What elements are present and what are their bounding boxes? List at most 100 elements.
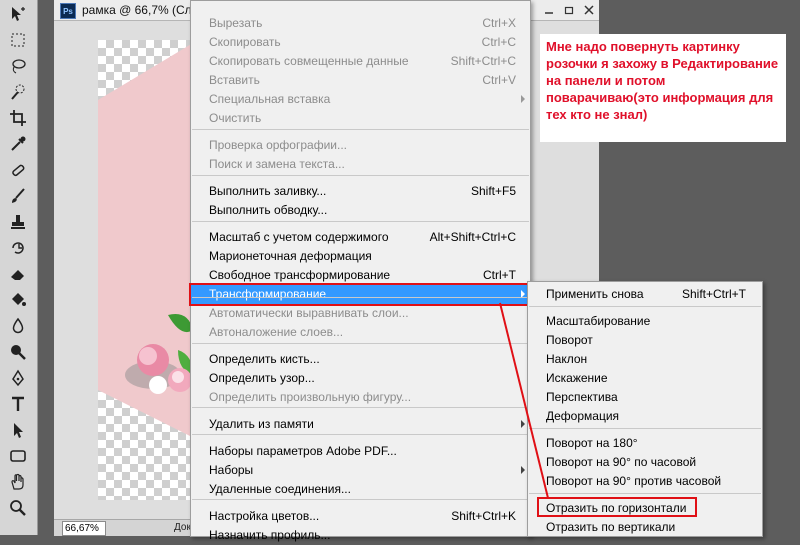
- menu-item[interactable]: Наборы параметров Adobe PDF...: [191, 442, 530, 461]
- lasso-tool-icon[interactable]: [6, 56, 30, 76]
- menu-item-label: Определить узор...: [209, 371, 315, 385]
- submenu-item-label: Масштабирование: [546, 314, 651, 328]
- menu-item[interactable]: Назначить профиль...: [191, 526, 530, 545]
- submenu-arrow-icon: [521, 95, 525, 103]
- menu-separator: [192, 129, 529, 130]
- menu-item[interactable]: Вырезать Ctrl+X: [191, 14, 530, 33]
- submenu-item[interactable]: Масштабирование: [528, 312, 762, 331]
- menu-item-shortcut: Shift+F5: [470, 184, 516, 198]
- marquee-tool-icon[interactable]: [6, 30, 30, 50]
- submenu-item[interactable]: Поворот на 90° по часовой: [528, 453, 762, 472]
- submenu-item[interactable]: Применить снова Shift+Ctrl+T: [528, 285, 762, 304]
- image-canvas[interactable]: [98, 40, 198, 500]
- menu-item-shortcut: Ctrl+X: [482, 16, 516, 30]
- menu-item-shortcut: Shift+Ctrl+C: [450, 54, 516, 68]
- shape-tool-icon[interactable]: [6, 446, 30, 466]
- menu-item[interactable]: Автоналожение слоев...: [191, 323, 530, 342]
- healing-brush-tool-icon[interactable]: [6, 160, 30, 180]
- menu-item[interactable]: Удаленные соединения...: [191, 480, 530, 499]
- menu-item-label: Определить произвольную фигуру...: [209, 390, 412, 404]
- type-tool-icon[interactable]: [6, 394, 30, 414]
- quick-select-tool-icon[interactable]: [6, 82, 30, 102]
- submenu-item[interactable]: Поворот на 180°: [528, 434, 762, 453]
- menu-item-label: Настройка цветов...: [209, 509, 320, 523]
- menu-item[interactable]: Поиск и замена текста...: [191, 155, 530, 174]
- menu-item-label: Выполнить обводку...: [209, 203, 328, 217]
- restore-icon[interactable]: [559, 0, 579, 20]
- annotation-note: Мне надо повернуть картинку розочки я за…: [540, 34, 786, 142]
- submenu-separator: [529, 428, 761, 429]
- menu-item-label: Трансформирование: [209, 287, 327, 301]
- menu-separator: [192, 434, 529, 435]
- menu-item-label: Скопировать совмещенные данные: [209, 54, 409, 68]
- crop-tool-icon[interactable]: [6, 108, 30, 128]
- close-icon[interactable]: [579, 0, 599, 20]
- path-select-tool-icon[interactable]: [6, 420, 30, 440]
- submenu-item[interactable]: Искажение: [528, 369, 762, 388]
- submenu-item-label: Искажение: [546, 371, 608, 385]
- hand-tool-icon[interactable]: [6, 472, 30, 492]
- clone-stamp-tool-icon[interactable]: [6, 212, 30, 232]
- window-controls: [539, 0, 599, 20]
- menu-item[interactable]: Определить произвольную фигуру...: [191, 388, 530, 407]
- submenu-item[interactable]: Наклон: [528, 350, 762, 369]
- menu-item[interactable]: Настройка цветов... Shift+Ctrl+K: [191, 507, 530, 526]
- menu-item-label: Определить кисть...: [209, 352, 320, 366]
- zoom-tool-icon[interactable]: [6, 498, 30, 518]
- menu-item[interactable]: Скопировать Ctrl+C: [191, 33, 530, 52]
- menu-item-label: Поиск и замена текста...: [209, 157, 345, 171]
- menu-item-shortcut: Alt+Shift+Ctrl+C: [429, 230, 516, 244]
- eyedropper-tool-icon[interactable]: [6, 134, 30, 154]
- menu-item-label: Автоматически выравнивать слои...: [209, 306, 409, 320]
- submenu-item-label: Поворот на 90° против часовой: [546, 474, 722, 488]
- brush-tool-icon[interactable]: [6, 186, 30, 206]
- menu-item[interactable]: Свободное трансформирование Ctrl+T: [191, 266, 530, 285]
- submenu-item[interactable]: Перспектива: [528, 388, 762, 407]
- menu-item-label: Выполнить заливку...: [209, 184, 327, 198]
- menu-item-shortcut: Ctrl+C: [481, 35, 516, 49]
- paint-bucket-tool-icon[interactable]: [6, 290, 30, 310]
- menu-item[interactable]: Масштаб с учетом содержимого Alt+Shift+Ct…: [191, 228, 530, 247]
- menu-item[interactable]: Выполнить обводку...: [191, 201, 530, 220]
- edit-menu: Вырезать Ctrl+X Скопировать Ctrl+C Скопирова…: [189, 0, 532, 542]
- pen-tool-icon[interactable]: [6, 368, 30, 388]
- menu-item[interactable]: Трансформирование: [189, 283, 532, 306]
- menu-item[interactable]: Проверка орфографии...: [191, 136, 530, 155]
- menu-item-label: Вставить: [209, 73, 260, 87]
- history-brush-tool-icon[interactable]: [6, 238, 30, 258]
- menu-item-label: Удаленные соединения...: [209, 482, 351, 496]
- blur-tool-icon[interactable]: [6, 316, 30, 336]
- dodge-tool-icon[interactable]: [6, 342, 30, 362]
- submenu-item[interactable]: Поворот на 90° против часовой: [528, 472, 762, 491]
- menu-separator: [192, 221, 529, 222]
- submenu-item[interactable]: Поворот: [528, 331, 762, 350]
- menu-item-label: Масштаб с учетом содержимого: [209, 230, 389, 244]
- eraser-tool-icon[interactable]: [6, 264, 30, 284]
- submenu-arrow-icon: [521, 420, 525, 428]
- zoom-level-field[interactable]: 66,67%: [62, 521, 106, 536]
- menu-item-label: Марионеточная деформация: [209, 249, 372, 263]
- submenu-item-label: Деформация: [546, 409, 620, 423]
- menu-item-label: Очистить: [209, 111, 262, 125]
- menu-item[interactable]: Марионеточная деформация: [191, 247, 530, 266]
- menu-item[interactable]: Вставить Ctrl+V: [191, 71, 530, 90]
- menu-item[interactable]: Скопировать совмещенные данные Shift+Ctrl…: [191, 52, 530, 71]
- pink-frame-graphic: [98, 40, 198, 440]
- flip-horizontal-highlight-box: [537, 497, 697, 517]
- menu-item[interactable]: Выполнить заливку... Shift+F5: [191, 182, 530, 201]
- menu-item[interactable]: Наборы: [191, 461, 530, 480]
- minimize-icon[interactable]: [539, 0, 559, 20]
- menu-item[interactable]: Очистить: [191, 109, 530, 128]
- move-tool-icon[interactable]: [6, 4, 30, 24]
- menu-item[interactable]: Специальная вставка: [191, 90, 530, 109]
- menu-item[interactable]: Удалить из памяти: [191, 415, 530, 434]
- status-doc-info[interactable]: Док: [174, 522, 191, 533]
- submenu-item-label: Применить снова: [546, 287, 644, 301]
- menu-item[interactable]: Определить узор...: [191, 369, 530, 388]
- submenu-item[interactable]: Отразить по вертикали: [528, 518, 762, 537]
- menu-item-label: Вырезать: [209, 16, 263, 30]
- menu-item[interactable]: Автоматически выравнивать слои...: [191, 304, 530, 323]
- menu-item[interactable]: Определить кисть...: [191, 350, 530, 369]
- submenu-item[interactable]: Деформация: [528, 407, 762, 426]
- menu-item-label: Автоналожение слоев...: [209, 325, 344, 339]
